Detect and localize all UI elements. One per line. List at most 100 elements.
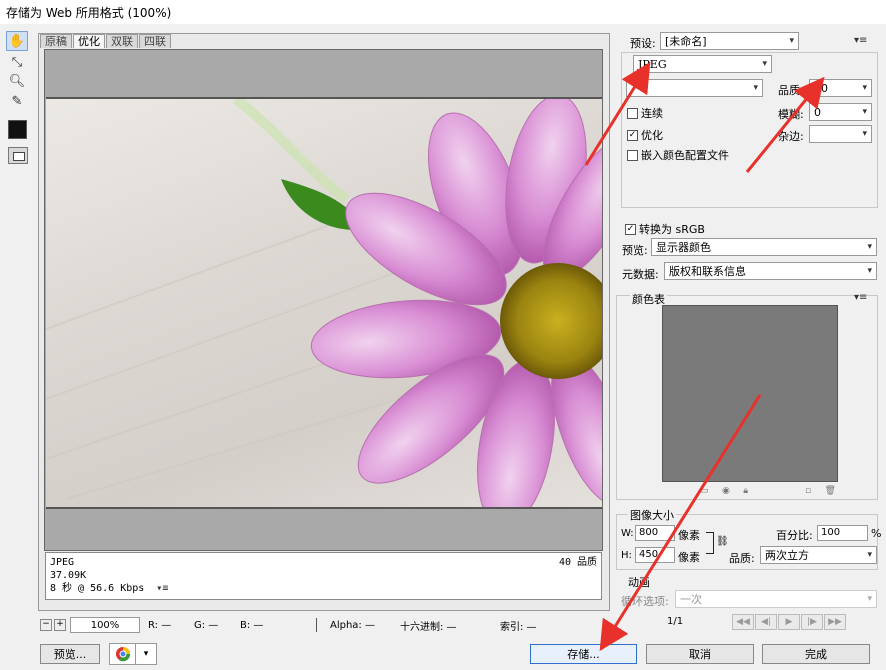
optimized-label: 优化 bbox=[641, 129, 663, 142]
preview-button[interactable]: 预览... bbox=[40, 644, 100, 664]
eyedropper-icon[interactable]: ✎ bbox=[6, 91, 28, 111]
preview-value: 显示器颜色 bbox=[656, 241, 711, 254]
zoom-icon[interactable]: 🔍︎ bbox=[6, 71, 28, 91]
info-size: 37.09K bbox=[50, 570, 87, 581]
blur-label: 模糊: bbox=[778, 108, 804, 121]
eyedropper-color-swatch[interactable] bbox=[8, 120, 27, 139]
matte-select[interactable]: ▾ bbox=[809, 125, 872, 143]
percent-input[interactable]: 100 bbox=[817, 525, 868, 541]
link-icon[interactable]: ⛓ bbox=[716, 536, 729, 547]
format-value: JPEG bbox=[638, 57, 667, 71]
info-quality: 40 品质 bbox=[558, 557, 597, 568]
browser-select[interactable]: ▾ bbox=[109, 643, 157, 665]
loop-select[interactable]: 一次 ▾ bbox=[675, 590, 877, 608]
lock-color-icon[interactable]: 🔒︎ bbox=[743, 486, 748, 498]
new-color-icon[interactable]: ▫ bbox=[805, 486, 811, 498]
last-frame-icon[interactable]: ▶▶ bbox=[824, 614, 846, 630]
save-button[interactable]: 存储... bbox=[530, 644, 637, 664]
resample-label: 品质: bbox=[729, 552, 755, 565]
quality-input[interactable]: 40 ▾ bbox=[809, 79, 872, 97]
height-input[interactable]: 450 bbox=[635, 547, 675, 563]
format-select[interactable]: JPEG ▾ bbox=[633, 55, 772, 73]
blur-input[interactable]: 0 ▾ bbox=[809, 103, 872, 121]
toggle-slices-icon[interactable] bbox=[8, 147, 28, 164]
zoom-value: 100% bbox=[90, 619, 120, 631]
tab-4up[interactable]: 四联 bbox=[139, 34, 171, 48]
percent-unit: % bbox=[871, 527, 882, 540]
convert-srgb-label: 转换为 sRGB bbox=[639, 223, 705, 236]
width-unit: 像素 bbox=[678, 529, 700, 542]
check-icon: ✓ bbox=[625, 223, 636, 235]
matte-label: 杂边: bbox=[778, 130, 804, 143]
preview-image[interactable] bbox=[46, 97, 602, 509]
chevron-down-icon: ▾ bbox=[867, 594, 872, 604]
metadata-select[interactable]: 版权和联系信息 ▾ bbox=[664, 262, 877, 280]
preset-label: 预设: bbox=[630, 37, 656, 50]
preview-label: 预览: bbox=[622, 244, 648, 257]
tab-original[interactable]: 原稿 bbox=[40, 34, 72, 48]
status-bar: − + 100% R: — G: — B: — Alpha: — 十六进制: —… bbox=[40, 616, 610, 634]
color-table-toolbar: ▭ ◉ 🔒︎ ▫ 🗑︎ bbox=[700, 486, 836, 498]
image-size-title: 图像大小 bbox=[628, 507, 676, 523]
height-unit: 像素 bbox=[678, 551, 700, 564]
quality-preset-select[interactable]: ▾ bbox=[626, 79, 763, 97]
next-frame-icon[interactable]: |▶ bbox=[801, 614, 823, 630]
chevron-down-icon: ▾ bbox=[867, 550, 872, 560]
web-shift-icon[interactable]: ◉ bbox=[722, 486, 730, 498]
quality-label: 品质: bbox=[778, 84, 804, 97]
first-frame-icon[interactable]: ◀◀ bbox=[732, 614, 754, 630]
green-readout: G: — bbox=[194, 619, 219, 631]
preset-select[interactable]: [未命名] ▾ bbox=[660, 32, 799, 50]
prev-frame-icon[interactable]: ◀| bbox=[755, 614, 777, 630]
delete-color-icon[interactable]: 🗑︎ bbox=[825, 486, 836, 498]
frame-counter: 1/1 bbox=[667, 616, 684, 627]
chevron-down-icon: ▾ bbox=[789, 36, 794, 46]
preset-value: [未命名] bbox=[665, 35, 707, 48]
tab-2up[interactable]: 双联 bbox=[106, 34, 138, 48]
index-readout: 索引: — bbox=[500, 621, 537, 633]
flower-photo bbox=[46, 99, 602, 507]
zoom-in-button[interactable]: + bbox=[54, 619, 66, 631]
resample-select[interactable]: 两次立方 ▾ bbox=[760, 546, 877, 564]
percent-label: 百分比: bbox=[776, 529, 813, 542]
animation-controls: ◀◀ ◀| ▶ |▶ ▶▶ bbox=[732, 614, 877, 630]
view-tabs: 原稿 优化 双联 四联 bbox=[40, 34, 172, 48]
alpha-readout: Alpha: — bbox=[330, 619, 375, 631]
resample-value: 两次立方 bbox=[765, 549, 809, 562]
hex-readout: 十六进制: — bbox=[400, 621, 457, 633]
progressive-label: 连续 bbox=[641, 107, 663, 120]
chevron-down-icon: ▾ bbox=[143, 649, 149, 659]
red-readout: R: — bbox=[148, 619, 172, 631]
done-button[interactable]: 完成 bbox=[762, 644, 870, 664]
color-table-menu-icon[interactable]: ▾≡ bbox=[854, 292, 867, 303]
link-bracket bbox=[706, 532, 714, 554]
hand-icon[interactable]: ✋ bbox=[6, 31, 28, 51]
info-speed: 8 秒 @ 56.6 Kbps bbox=[50, 583, 145, 594]
convert-srgb-checkbox[interactable]: ✓ 转换为 sRGB bbox=[625, 221, 705, 237]
blur-value: 0 bbox=[814, 105, 821, 119]
color-table-area[interactable] bbox=[662, 305, 838, 482]
embed-profile-checkbox[interactable]: 嵌入颜色配置文件 bbox=[627, 147, 729, 163]
chevron-down-icon: ▾ bbox=[753, 83, 758, 93]
optimize-menu-icon[interactable]: ▾≡ bbox=[854, 35, 867, 46]
checkbox-box bbox=[627, 149, 638, 161]
chevron-down-icon: ▾ bbox=[762, 59, 767, 69]
play-icon[interactable]: ▶ bbox=[778, 614, 800, 630]
loop-label: 循环选项: bbox=[621, 595, 669, 608]
chevron-down-icon: ▾ bbox=[862, 83, 867, 93]
preview-select[interactable]: 显示器颜色 ▾ bbox=[651, 238, 877, 256]
metadata-value: 版权和联系信息 bbox=[669, 265, 746, 278]
cancel-button[interactable]: 取消 bbox=[646, 644, 754, 664]
zoom-out-button[interactable]: − bbox=[40, 619, 52, 631]
map-color-icon[interactable]: ▭ bbox=[700, 486, 709, 498]
chevron-down-icon: ▾ bbox=[862, 107, 867, 117]
width-input[interactable]: 800 bbox=[635, 525, 675, 541]
speed-menu-icon[interactable]: ▾≡ bbox=[156, 582, 168, 595]
progressive-checkbox[interactable]: 连续 bbox=[627, 105, 663, 121]
zoom-select[interactable]: 100% bbox=[70, 617, 140, 633]
optimized-checkbox[interactable]: ✓ 优化 bbox=[627, 127, 663, 143]
chevron-down-icon: ▾ bbox=[867, 242, 872, 252]
slice-select-icon[interactable]: ⤡ bbox=[6, 52, 28, 72]
checkbox-box bbox=[627, 107, 638, 119]
tab-optimized[interactable]: 优化 bbox=[73, 34, 105, 48]
